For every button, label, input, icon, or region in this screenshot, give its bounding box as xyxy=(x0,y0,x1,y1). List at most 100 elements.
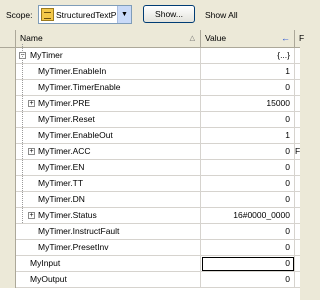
show-button[interactable]: Show... xyxy=(143,5,195,23)
force-mask-cell[interactable] xyxy=(295,48,300,64)
force-mask-cell[interactable] xyxy=(295,112,300,128)
tag-name-label: MyTimer.PresetInv xyxy=(38,242,109,252)
row-gutter xyxy=(0,96,16,112)
row-gutter xyxy=(0,64,16,80)
expand-icon[interactable]: + xyxy=(28,100,35,107)
arrow-left-icon: ← xyxy=(281,33,290,43)
tag-name-cell[interactable]: MyTimer.DN xyxy=(16,192,201,208)
force-mask-cell[interactable] xyxy=(295,192,300,208)
table-row[interactable]: + MyTimer.Status 16#0000_0000 xyxy=(0,208,300,224)
chevron-down-icon[interactable]: ▼ xyxy=(117,6,131,23)
expand-icon[interactable]: + xyxy=(28,212,35,219)
row-gutter xyxy=(0,224,16,240)
tag-name-label: MyTimer.TimerEnable xyxy=(38,82,121,92)
table-row[interactable]: + MyTimer.PRE 15000 xyxy=(0,96,300,112)
tag-name-label: MyTimer.ACC xyxy=(38,146,91,156)
tag-grid: Name △ Value ← F − MyTimer {...} MyTimer.En… xyxy=(0,30,304,300)
row-gutter xyxy=(0,48,16,64)
tag-name-cell[interactable]: MyTimer.PresetInv xyxy=(16,240,201,256)
force-mask-cell[interactable] xyxy=(295,208,300,224)
grid-header: Name △ Value ← F xyxy=(0,30,304,48)
row-gutter xyxy=(0,112,16,128)
column-header-name[interactable]: Name △ xyxy=(16,30,201,47)
force-mask-cell[interactable]: F xyxy=(295,144,300,160)
column-name-label: Name xyxy=(20,33,43,43)
table-row[interactable]: − MyTimer {...} xyxy=(0,48,300,64)
tag-value-cell[interactable]: 0 xyxy=(201,80,295,96)
table-row[interactable]: MyTimer.TT 0 xyxy=(0,176,300,192)
tag-value-cell[interactable]: {...} xyxy=(201,48,295,64)
row-gutter xyxy=(0,240,16,256)
row-gutter xyxy=(0,272,16,288)
scope-value: StructuredTextPr xyxy=(56,10,118,20)
tag-name-cell[interactable]: − MyTimer xyxy=(16,48,201,64)
force-mask-cell[interactable] xyxy=(295,256,300,272)
tag-name-label: MyTimer.EnableIn xyxy=(38,66,107,76)
force-mask-cell[interactable] xyxy=(295,240,300,256)
toolbar: Scope: StructuredTextPr ▼ Show... Show A… xyxy=(0,0,300,30)
table-row[interactable]: MyTimer.DN 0 xyxy=(0,192,300,208)
row-gutter xyxy=(0,128,16,144)
force-mask-cell[interactable] xyxy=(295,80,300,96)
force-mask-cell[interactable] xyxy=(295,176,300,192)
table-row[interactable]: MyTimer.Reset 0 xyxy=(0,112,300,128)
tag-value-cell[interactable]: 0 xyxy=(201,144,295,160)
force-mask-cell[interactable] xyxy=(295,224,300,240)
tag-value-cell[interactable]: 16#0000_0000 xyxy=(201,208,295,224)
force-mask-cell[interactable] xyxy=(295,128,300,144)
table-row[interactable]: MyTimer.EnableOut 1 xyxy=(0,128,300,144)
tag-name-label: MyTimer.PRE xyxy=(38,98,91,108)
tag-name-cell[interactable]: MyTimer.Reset xyxy=(16,112,201,128)
row-gutter xyxy=(0,208,16,224)
tag-value-cell[interactable]: 0 xyxy=(201,256,295,272)
force-mask-cell[interactable] xyxy=(295,64,300,80)
table-row[interactable]: MyTimer.EN 0 xyxy=(0,160,300,176)
column-header-force[interactable]: F xyxy=(295,30,304,47)
column-force-label: F xyxy=(299,33,305,43)
table-row[interactable]: MyTimer.PresetInv 0 xyxy=(0,240,300,256)
force-mask-cell[interactable] xyxy=(295,96,300,112)
force-mask-cell[interactable] xyxy=(295,160,300,176)
scope-dropdown[interactable]: StructuredTextPr ▼ xyxy=(38,5,132,24)
row-gutter xyxy=(0,256,16,272)
tag-name-cell[interactable]: MyTimer.TimerEnable xyxy=(16,80,201,96)
table-row[interactable]: MyTimer.InstructFault 0 xyxy=(0,224,300,240)
tag-value-cell[interactable]: 0 xyxy=(201,176,295,192)
table-row[interactable]: MyTimer.TimerEnable 0 xyxy=(0,80,300,96)
tag-name-cell[interactable]: MyTimer.InstructFault xyxy=(16,224,201,240)
tag-name-cell[interactable]: MyInput xyxy=(16,256,201,272)
tag-value-cell[interactable]: 1 xyxy=(201,128,295,144)
tree-line xyxy=(22,44,23,223)
tag-value-cell[interactable]: 0 xyxy=(201,272,295,288)
table-row[interactable]: MyTimer.EnableIn 1 xyxy=(0,64,300,80)
column-header-value[interactable]: Value ← xyxy=(201,30,295,47)
row-gutter xyxy=(0,176,16,192)
tag-value-cell[interactable]: 0 xyxy=(201,224,295,240)
expand-icon[interactable]: + xyxy=(28,148,35,155)
tag-value-cell[interactable]: 0 xyxy=(201,112,295,128)
column-value-label: Value xyxy=(205,33,227,43)
force-mask-cell[interactable] xyxy=(295,272,300,288)
table-row[interactable]: + MyTimer.ACC 0 F xyxy=(0,144,300,160)
tag-name-cell[interactable]: + MyTimer.Status xyxy=(16,208,201,224)
tag-name-cell[interactable]: MyTimer.EN xyxy=(16,160,201,176)
row-gutter xyxy=(0,192,16,208)
table-row[interactable]: MyInput 0 xyxy=(0,256,300,272)
tag-value-cell[interactable]: 0 xyxy=(201,192,295,208)
show-filter-label: Show All xyxy=(205,10,238,20)
tag-name-cell[interactable]: + MyTimer.PRE xyxy=(16,96,201,112)
tag-value-cell[interactable]: 0 xyxy=(201,160,295,176)
tag-name-label: MyTimer.InstructFault xyxy=(38,226,120,236)
tag-value-cell[interactable]: 1 xyxy=(201,64,295,80)
tag-name-label: MyTimer xyxy=(30,50,63,60)
tag-name-cell[interactable]: MyOutput xyxy=(16,272,201,288)
tag-name-cell[interactable]: MyTimer.EnableOut xyxy=(16,128,201,144)
tag-value-cell[interactable]: 15000 xyxy=(201,96,295,112)
table-row[interactable]: MyOutput 0 xyxy=(0,272,300,288)
tag-name-cell[interactable]: + MyTimer.ACC xyxy=(16,144,201,160)
tag-name-cell[interactable]: MyTimer.TT xyxy=(16,176,201,192)
tag-name-label: MyTimer.EnableOut xyxy=(38,130,113,140)
tag-value-cell[interactable]: 0 xyxy=(201,240,295,256)
tag-name-cell[interactable]: MyTimer.EnableIn xyxy=(16,64,201,80)
tag-name-label: MyTimer.DN xyxy=(38,194,85,204)
